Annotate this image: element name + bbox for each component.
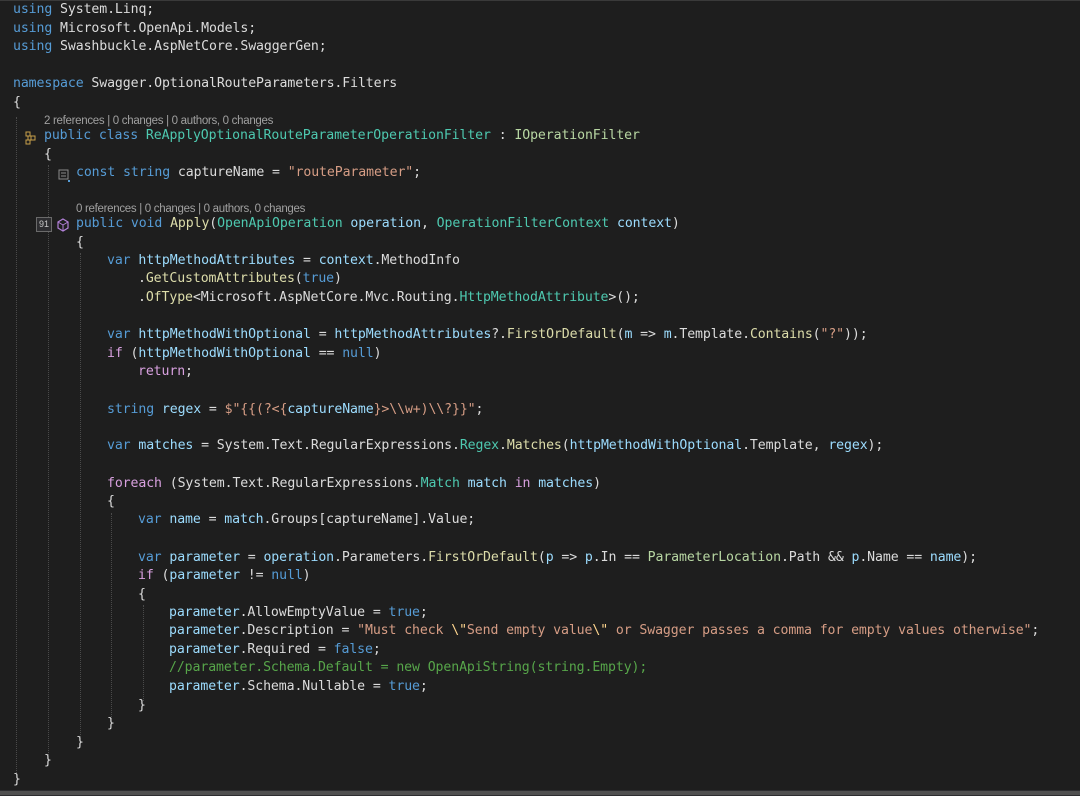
code-line[interactable]: string regex = $"{{(?<{captureName}>\\w+… [107,401,483,420]
code-line[interactable]: if (httpMethodWithOptional == null) [107,345,382,364]
code-line[interactable]: var name = match.Groups[captureName].Val… [138,511,475,530]
code-line-brace[interactable]: { [138,586,146,605]
indent-guide [48,165,49,755]
field-name: captureName [177,165,265,180]
codelens-class[interactable]: 2 references | 0 changes | 0 authors, 0 … [44,114,273,128]
codelens-method[interactable]: 0 references | 0 changes | 0 authors, 0 … [76,202,305,216]
code-line[interactable]: var httpMethodAttributes = context.Metho… [107,252,460,271]
scrollbar-thumb[interactable] [0,791,1080,795]
code-editor[interactable]: using System.Linq; using Microsoft.OpenA… [0,0,1080,791]
code-line-brace[interactable]: } [76,734,84,753]
code-line-namespace[interactable]: namespace Swagger.OptionalRouteParameter… [13,75,397,94]
code-line[interactable]: .OfType<Microsoft.AspNetCore.Mvc.Routing… [138,289,640,308]
indent-guide [111,513,112,719]
code-line-brace[interactable]: { [13,94,21,113]
param-name: context [617,216,672,231]
namespace-ref: Microsoft.OpenApi.Models; [60,21,257,36]
keyword: const string [76,165,171,180]
keyword: using [13,39,53,54]
code-line-const-field[interactable]: const string captureName = "routeParamet… [76,164,421,183]
code-line-brace[interactable]: } [44,752,52,771]
keyword: namespace [13,76,84,91]
comment: //parameter.Schema.Default = new OpenApi… [169,660,648,675]
type-name: OperationFilterContext [436,216,610,231]
code-line-brace[interactable]: { [76,234,84,253]
code-line-method-declaration[interactable]: public void Apply(OpenApiOperation opera… [76,215,680,234]
class-name: ReApplyOptionalRouteParameterOperationFi… [145,128,491,143]
code-line[interactable]: var parameter = operation.Parameters.Fir… [138,549,977,568]
code-line-brace[interactable]: } [138,697,146,716]
code-line-class-declaration[interactable]: public class ReApplyOptionalRouteParamet… [44,127,640,146]
horizontal-scrollbar[interactable] [0,790,1080,796]
keyword: public void [76,216,163,231]
code-line[interactable]: .GetCustomAttributes(true) [138,270,342,289]
code-line[interactable]: parameter.Required = false; [169,641,381,660]
indent-guide [143,605,144,701]
string-literal: "routeParameter" [287,165,414,180]
code-line[interactable]: parameter.Schema.Nullable = true; [169,678,428,697]
indent-guide [16,117,17,773]
class-icon [25,130,37,145]
method-icon [57,217,69,232]
code-line-brace[interactable]: } [13,771,21,790]
code-line-brace[interactable]: } [107,715,115,734]
code-line[interactable]: foreach (System.Text.RegularExpressions.… [107,475,601,494]
keyword: public class [44,128,139,143]
code-line-using-linq[interactable]: using System.Linq; [13,1,154,20]
code-line-brace[interactable]: { [44,146,52,165]
code-line[interactable]: var httpMethodWithOptional = httpMethodA… [107,326,868,345]
method-name: Apply [170,216,210,231]
code-line-using-openapi[interactable]: using Microsoft.OpenApi.Models; [13,20,256,39]
interface-name: IOperationFilter [514,128,640,143]
line-number-badge: 91 [36,217,52,232]
collapse-region-icon[interactable] [58,168,70,182]
code-line[interactable]: var matches = System.Text.RegularExpress… [107,437,883,456]
param-name: operation [350,216,421,231]
code-line[interactable]: return; [138,363,193,382]
code-line-using-swashbuckle[interactable]: using Swashbuckle.AspNetCore.SwaggerGen; [13,38,327,57]
code-line[interactable]: if (parameter != null) [138,567,311,586]
code-line[interactable]: parameter.Description = "Must check \"Se… [169,622,1039,641]
keyword: using [13,2,53,17]
namespace-ref: System.Linq; [60,2,155,17]
brace: { [13,95,21,110]
namespace-name: Swagger.OptionalRouteParameters.Filters [91,76,398,91]
code-line[interactable]: parameter.AllowEmptyValue = true; [169,604,428,623]
keyword: using [13,21,53,36]
type-name: OpenApiOperation [217,216,343,231]
indent-guide [80,253,81,737]
code-line-brace[interactable]: { [107,493,115,512]
code-line-comment[interactable]: //parameter.Schema.Default = new OpenApi… [169,659,647,678]
namespace-ref: Swashbuckle.AspNetCore.SwaggerGen; [60,39,327,54]
